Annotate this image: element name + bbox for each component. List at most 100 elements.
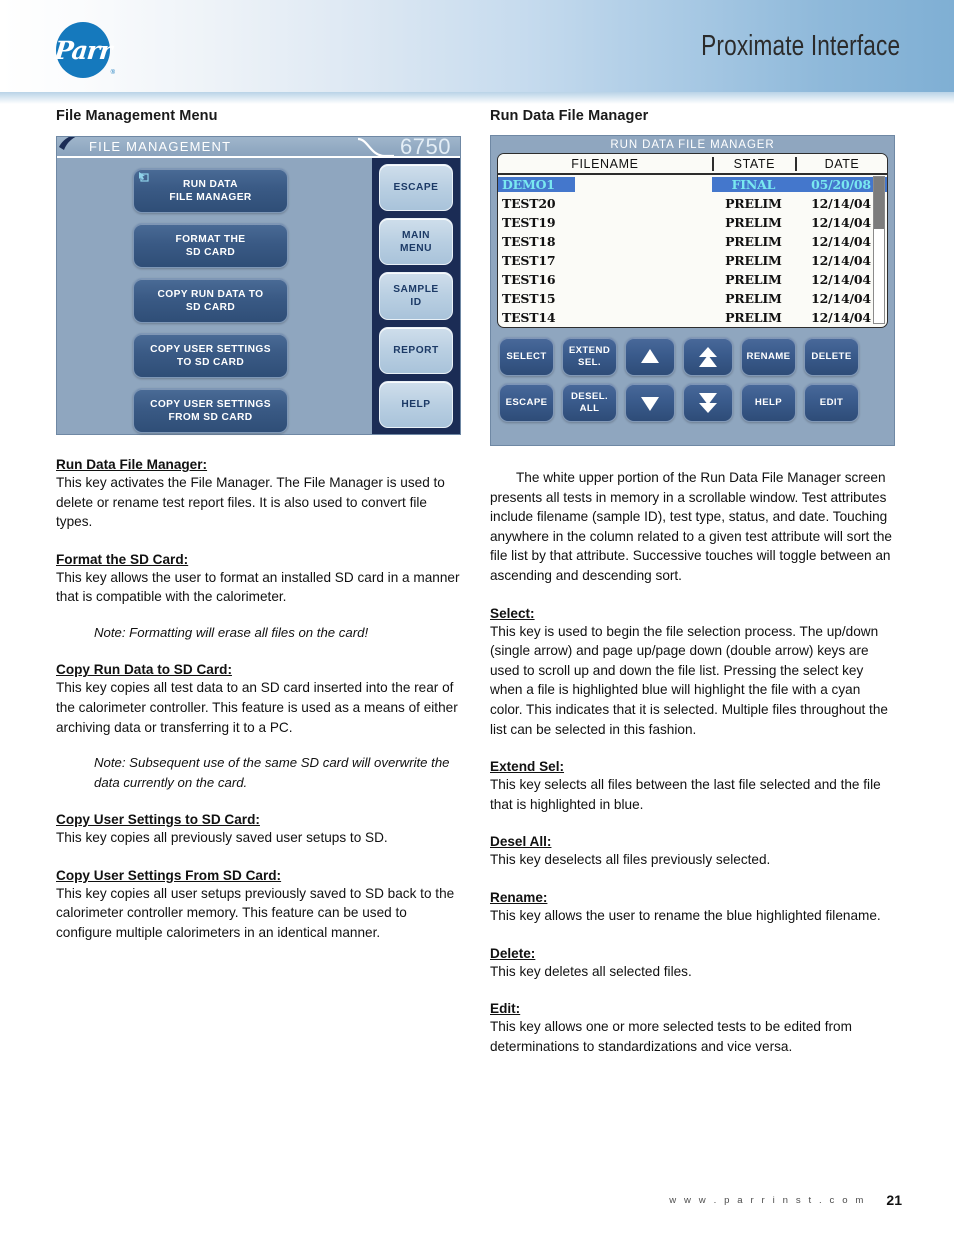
- entry-desel-all: Desel All: This key deselects all files …: [490, 834, 895, 870]
- entry-body: This key allows the user to format an in…: [56, 569, 460, 605]
- key-scroll-down[interactable]: [625, 383, 675, 422]
- key-help[interactable]: HELP: [741, 383, 796, 422]
- key-label: DESEL. ALL: [570, 390, 609, 414]
- intro-paragraph: The white upper portion of the Run Data …: [490, 470, 892, 583]
- cell-state: PRELIM: [725, 234, 782, 249]
- entry-note: Note: Formatting will erase all files on…: [94, 624, 369, 640]
- cursor-pointer-icon: [139, 172, 149, 182]
- menu-button-column: RUN DATA FILE MANAGER FORMAT THE SD CARD…: [133, 168, 288, 433]
- entry-term: Copy User Settings From SD Card:: [56, 867, 282, 883]
- key-edit[interactable]: EDIT: [804, 383, 859, 422]
- side-button-label: HELP: [401, 398, 431, 410]
- table-row[interactable]: TEST18 PRELIM 12/14/04: [498, 232, 887, 251]
- cell-filename: TEST16: [502, 272, 556, 287]
- screen-title-text: FILE MANAGEMENT: [89, 139, 232, 154]
- table-row[interactable]: TEST17 PRELIM 12/14/04: [498, 251, 887, 270]
- table-row[interactable]: TEST14 PRELIM 12/14/04: [498, 308, 887, 327]
- cell-state: FINAL: [711, 177, 795, 192]
- side-button-label: SAMPLE ID: [393, 284, 439, 308]
- right-section-heading: Run Data File Manager: [490, 108, 649, 124]
- column-header-state[interactable]: STATE: [711, 156, 795, 171]
- entry-term: Edit:: [490, 1001, 521, 1017]
- entry-delete: Delete: This key deletes all selected fi…: [490, 946, 895, 982]
- scrollbar-thumb[interactable]: [874, 177, 884, 229]
- entry-term: Copy Run Data to SD Card:: [56, 662, 232, 678]
- entry-select: Select: This key is used to begin the fi…: [490, 606, 895, 740]
- key-pad: SELECT EXTEND SEL. RENAME DELETE ESCAPE …: [491, 328, 894, 431]
- side-button-column: ESCAPE MAIN MENU SAMPLE ID REPORT HELP: [372, 158, 460, 434]
- key-page-down[interactable]: [683, 383, 733, 422]
- column-header-date[interactable]: DATE: [794, 156, 887, 171]
- key-label: EDIT: [819, 396, 844, 408]
- cell-filename: TEST19: [502, 215, 556, 230]
- cell-state: PRELIM: [725, 272, 782, 287]
- entry-body: This key selects all files between the l…: [490, 777, 881, 812]
- key-extend-sel[interactable]: EXTEND SEL.: [562, 337, 617, 376]
- cell-filename: TEST15: [502, 291, 556, 306]
- side-button-main-menu[interactable]: MAIN MENU: [379, 218, 453, 266]
- screen-body: RUN DATA FILE MANAGER FORMAT THE SD CARD…: [57, 158, 460, 434]
- entry-edit: Edit: This key allows one or more select…: [490, 1001, 895, 1056]
- entry-copy-run-data-to-sd-card: Copy Run Data to SD Card: This key copie…: [56, 662, 461, 792]
- model-number-label: 6750: [400, 137, 451, 158]
- key-select[interactable]: SELECT: [499, 337, 554, 376]
- menu-button-format-the-sd-card[interactable]: FORMAT THE SD CARD: [133, 223, 288, 268]
- entry-body: This key copies all test data to an SD c…: [56, 680, 458, 735]
- side-button-help[interactable]: HELP: [379, 380, 453, 429]
- cell-state: PRELIM: [725, 310, 782, 325]
- side-button-escape[interactable]: ESCAPE: [379, 164, 453, 212]
- table-row[interactable]: TEST15 PRELIM 12/14/04: [498, 289, 887, 308]
- page-header-banner: Parr ® Proximate Interface: [0, 0, 954, 92]
- key-desel-all[interactable]: DESEL. ALL: [562, 383, 617, 422]
- key-row-bottom: ESCAPE DESEL. ALL HELP EDIT: [499, 383, 886, 422]
- title-divider-curve-icon: [358, 137, 394, 156]
- entry-term: Delete:: [490, 945, 536, 961]
- key-delete[interactable]: DELETE: [804, 337, 859, 376]
- cell-filename: DEMO1: [498, 177, 576, 192]
- entry-body: This key copies all previously saved use…: [56, 829, 388, 845]
- page-title: Proximate Interface: [700, 30, 900, 62]
- arrow-up-icon: [641, 348, 659, 363]
- website-url: w w w . p a r r i n s t . c o m: [669, 1195, 866, 1206]
- side-button-report[interactable]: REPORT: [379, 326, 453, 374]
- entry-term: Copy User Settings to SD Card:: [56, 811, 260, 827]
- double-arrow-down-icon: [699, 392, 717, 413]
- entry-copy-user-settings-from-sd-card: Copy User Settings From SD Card: This ke…: [56, 868, 461, 943]
- arrow-down-icon: [641, 396, 659, 411]
- entry-body: This key is used to begin the file selec…: [490, 623, 888, 737]
- menu-button-label: COPY RUN DATA TO SD CARD: [157, 288, 264, 313]
- key-scroll-up[interactable]: [625, 337, 675, 376]
- screen-title-bar: FILE MANAGEMENT 6750: [57, 137, 460, 158]
- double-arrow-up-icon: [699, 346, 717, 367]
- key-label: SELECT: [506, 350, 547, 362]
- side-button-sample-id[interactable]: SAMPLE ID: [379, 272, 453, 320]
- key-page-up[interactable]: [683, 337, 733, 376]
- menu-button-copy-user-settings-from-sd-card[interactable]: COPY USER SETTINGS FROM SD CARD: [133, 388, 288, 433]
- menu-button-run-data-file-manager[interactable]: RUN DATA FILE MANAGER: [133, 168, 288, 213]
- menu-button-label: COPY USER SETTINGS FROM SD CARD: [150, 398, 271, 423]
- cell-state: PRELIM: [725, 291, 782, 306]
- side-button-label: REPORT: [393, 344, 439, 356]
- intro-paragraph-block: The white upper portion of the Run Data …: [490, 468, 895, 586]
- file-list-scrollbar[interactable]: [873, 176, 885, 324]
- key-rename[interactable]: RENAME: [741, 337, 796, 376]
- entry-extend-sel: Extend Sel: This key selects all files b…: [490, 759, 895, 814]
- cell-filename: TEST20: [502, 196, 556, 211]
- table-row[interactable]: TEST19 PRELIM 12/14/04: [498, 213, 887, 232]
- screen-title-bar: RUN DATA FILE MANAGER: [491, 136, 894, 153]
- parr-logo: Parr ®: [53, 22, 115, 78]
- file-list-panel: FILENAME STATE DATE DEMO1 FINAL 05/20/08…: [497, 153, 888, 328]
- cell-state: PRELIM: [725, 196, 782, 211]
- key-escape[interactable]: ESCAPE: [499, 383, 554, 422]
- entry-term: Run Data File Manager:: [56, 457, 208, 472]
- table-row[interactable]: DEMO1 FINAL 05/20/08: [498, 175, 887, 194]
- menu-button-copy-run-data-to-sd-card[interactable]: COPY RUN DATA TO SD CARD: [133, 278, 288, 323]
- table-row[interactable]: TEST16 PRELIM 12/14/04: [498, 270, 887, 289]
- menu-button-copy-user-settings-to-sd-card[interactable]: COPY USER SETTINGS TO SD CARD: [133, 333, 288, 378]
- cell-state: PRELIM: [725, 215, 782, 230]
- column-header-filename[interactable]: FILENAME: [498, 157, 712, 171]
- entry-rename: Rename: This key allows the user to rena…: [490, 890, 895, 926]
- entry-body: This key activates the File Manager. The…: [56, 475, 445, 530]
- table-row[interactable]: TEST20 PRELIM 12/14/04: [498, 194, 887, 213]
- entry-term: Desel All:: [490, 834, 552, 850]
